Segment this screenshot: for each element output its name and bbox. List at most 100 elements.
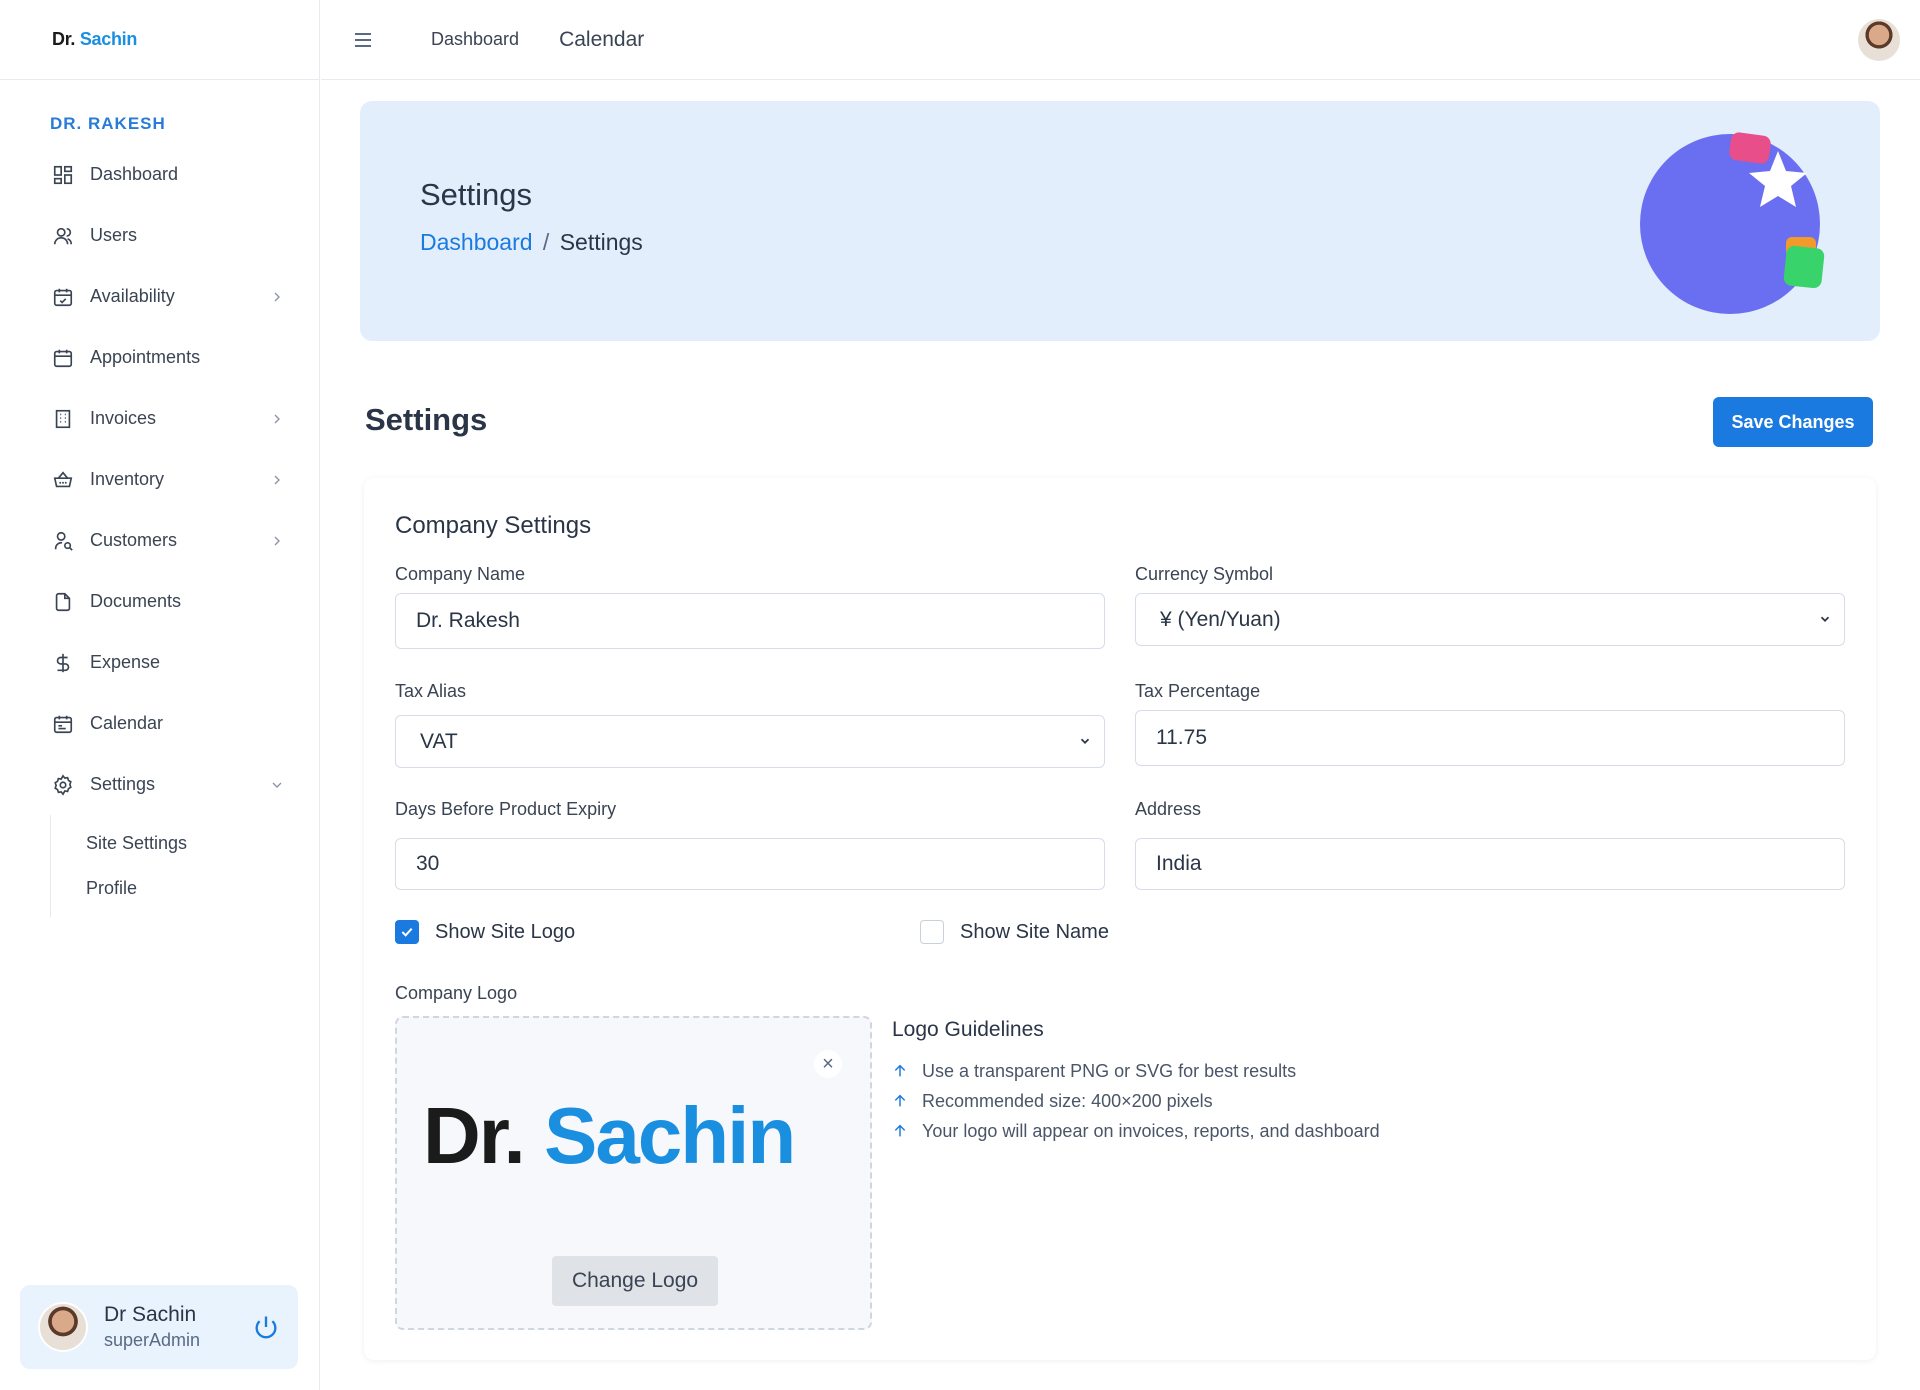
calendar-event-icon [50,711,76,737]
brand-logo-name: Sachin [79,29,138,49]
tax-alias-label: Tax Alias [395,681,467,701]
topbar-link-calendar[interactable]: Calendar [559,28,644,52]
breadcrumb: Dashboard / Settings [420,229,643,256]
sidebar-item-label: Availability [90,286,175,306]
hamburger-menu-icon[interactable] [351,28,375,52]
company-name-label: Company Name [395,564,526,584]
gear-icon [50,772,76,798]
arrow-up-icon [894,1094,906,1107]
currency-symbol-label: Currency Symbol [1135,564,1274,584]
sidebar-item-label: Calendar [90,713,164,733]
sidebar-item-availability[interactable]: Availability [0,266,319,327]
guideline-item: Use a transparent PNG or SVG for best re… [892,1056,1380,1086]
currency-symbol-value: ¥ (Yen/Yuan) [1160,607,1281,631]
user-meta: Dr Sachin superAdmin [104,1303,252,1351]
basket-icon [50,467,76,493]
show-site-name-label: Show Site Name [960,920,1109,943]
address-input[interactable] [1135,838,1845,890]
sidebar-item-appointments[interactable]: Appointments [0,327,319,388]
arrow-up-icon [894,1124,906,1137]
guidelines-title: Logo Guidelines [892,1018,1044,1041]
company-name-input[interactable] [395,593,1105,649]
sidebar-item-label: Inventory [90,469,165,489]
breadcrumb-separator: / [542,229,550,255]
dashboard-grid-icon [50,162,76,188]
sidebar-item-settings[interactable]: Settings [0,754,319,815]
sidebar-item-label: Settings [90,774,156,794]
company-logo-image: Dr. Sachin [423,1090,796,1182]
logo-dropzone[interactable]: × Dr. Sachin Change Logo [395,1016,872,1330]
guideline-text: Your logo will appear on invoices, repor… [922,1120,1380,1141]
sidebar-item-expense[interactable]: Expense [0,632,319,693]
sidebar-item-label: Customers [90,530,178,550]
sidebar-item-label: Expense [90,652,161,672]
chevron-right-icon [274,536,280,545]
expiry-days-label: Days Before Product Expiry [395,799,617,819]
chevron-right-icon [274,475,280,484]
logo-guidelines: Logo Guidelines Use a transparent PNG or… [892,1018,1380,1146]
guideline-item: Recommended size: 400×200 pixels [892,1086,1380,1116]
page-title: Settings [365,402,488,437]
breadcrumb-link-dashboard[interactable]: Dashboard [420,229,533,255]
sidebar-item-inventory[interactable]: Inventory [0,449,319,510]
show-site-logo-checkbox[interactable]: Show Site Logo [395,920,575,944]
checkbox-unchecked [920,920,944,944]
user-name: Dr Sachin [104,1303,197,1326]
settings-submenu: Site Settings Profile [50,815,319,917]
user-icon [50,223,76,249]
sidebar-item-users[interactable]: Users [0,205,319,266]
remove-logo-button[interactable]: × [814,1050,842,1078]
sidebar-item-label: Documents [90,591,182,611]
tax-alias-select[interactable]: VAT [395,715,1105,768]
checkbox-checked [395,920,419,944]
user-card: Dr Sachin superAdmin [20,1285,298,1369]
sidebar-item-customers[interactable]: Customers [0,510,319,571]
address-label: Address [1135,799,1202,819]
banner-illustration [1640,132,1825,314]
chevron-right-icon [274,414,280,423]
arrow-up-icon [894,1064,906,1077]
expiry-days-input[interactable] [395,838,1105,890]
show-site-logo-label: Show Site Logo [435,920,576,943]
tax-percentage-label: Tax Percentage [1135,681,1261,701]
file-icon [50,589,76,615]
sidebar-item-invoices[interactable]: Invoices [0,388,319,449]
chevron-down-icon [1080,738,1090,744]
page-banner: Settings Dashboard / Settings [360,101,1880,341]
sidebar-item-label: Users [90,225,138,245]
topbar-avatar[interactable] [1858,19,1900,61]
sidebar: Dr. Sachin DR. RAKESH Dashboard Users Av… [0,0,320,1390]
sidebar-subitem-profile[interactable]: Profile [51,866,319,911]
guideline-text: Recommended size: 400×200 pixels [922,1090,1213,1111]
sidebar-item-label: Invoices [90,408,157,428]
calendar-icon [50,345,76,371]
chevron-down-icon [272,782,282,788]
sidebar-item-label: Dashboard [90,164,179,184]
topbar-link-dashboard[interactable]: Dashboard [431,29,519,50]
topbar: Dashboard Calendar [321,0,1920,80]
calendar-check-icon [50,284,76,310]
sidebar-item-documents[interactable]: Documents [0,571,319,632]
sidebar-subitem-site-settings[interactable]: Site Settings [51,821,319,866]
brand-logo[interactable]: Dr. Sachin [52,29,137,50]
save-button[interactable]: Save Changes [1713,397,1873,447]
change-logo-button[interactable]: Change Logo [552,1256,718,1306]
chevron-down-icon [1820,616,1830,622]
sidebar-item-calendar[interactable]: Calendar [0,693,319,754]
currency-symbol-select[interactable]: ¥ (Yen/Yuan) [1135,593,1845,646]
sidebar-item-label: Appointments [90,347,201,367]
avatar[interactable] [38,1302,88,1352]
breadcrumb-current: Settings [559,229,643,255]
show-site-name-checkbox[interactable]: Show Site Name [920,920,1109,944]
guideline-item: Your logo will appear on invoices, repor… [892,1116,1380,1146]
logo-text-name: Sachin [543,1091,796,1180]
user-search-icon [50,528,76,554]
tax-alias-value: VAT [420,729,458,753]
dollar-icon [50,650,76,676]
company-logo-label: Company Logo [395,983,518,1003]
tax-percentage-input[interactable] [1135,710,1845,766]
sidebar-item-dashboard[interactable]: Dashboard [0,144,319,205]
power-icon[interactable] [252,1313,280,1341]
chevron-right-icon [274,292,280,301]
building-icon [50,406,76,432]
